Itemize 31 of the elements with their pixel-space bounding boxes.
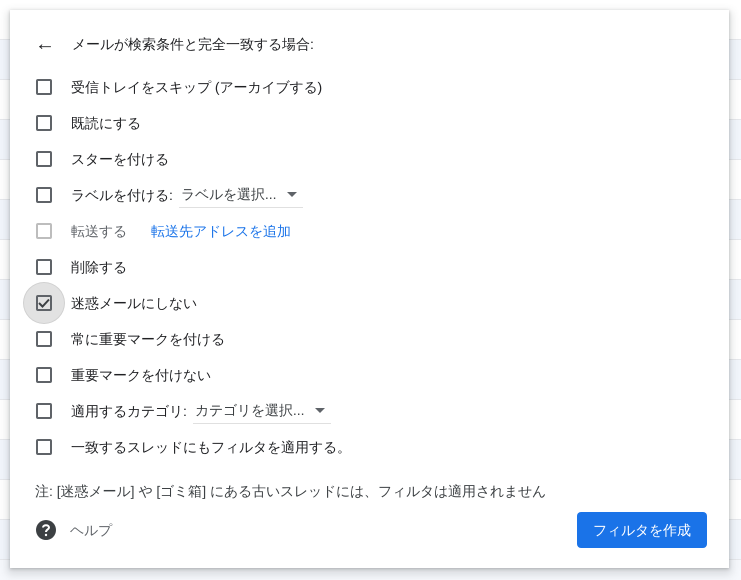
option-label: 削除する: [71, 258, 127, 276]
checkbox[interactable]: [36, 151, 52, 167]
note-text: 注: [迷惑メール] や [ゴミ箱] にある古いスレッドには、フィルタは適用されません: [35, 482, 548, 501]
checkbox[interactable]: [36, 79, 52, 95]
caret-icon: [286, 192, 297, 197]
dropdown[interactable]: カテゴリを選択...: [192, 398, 331, 424]
option-label: ラベルを付ける:: [71, 186, 173, 204]
option-label: 適用するカテゴリ:: [71, 402, 187, 420]
checkbox[interactable]: [36, 331, 52, 347]
option-label: 受信トレイをスキップ (アーカイブする): [71, 78, 322, 97]
option-label: スターを付ける: [71, 150, 169, 168]
caret-icon: [314, 408, 325, 413]
checkbox[interactable]: [36, 367, 52, 383]
help-link[interactable]: ヘルプ: [70, 520, 112, 540]
checkbox[interactable]: [36, 187, 52, 203]
option-label: 一致するスレッドにもフィルタを適用する。: [71, 438, 351, 456]
option-label: 迷惑メールにしない: [71, 294, 197, 312]
help-icon[interactable]: [36, 520, 56, 540]
back-arrow-icon[interactable]: ←: [35, 34, 55, 54]
dialog-title: メールが検索条件と完全一致する場合:: [72, 34, 314, 54]
checkbox[interactable]: [36, 295, 52, 311]
checkbox[interactable]: [36, 439, 52, 455]
option-label: 既読にする: [71, 114, 141, 132]
checkbox[interactable]: [36, 259, 52, 275]
checkbox[interactable]: [36, 403, 52, 419]
option-label: 転送する: [71, 222, 127, 240]
option-label: 常に重要マークを付ける: [71, 330, 225, 348]
dropdown[interactable]: ラベルを選択...: [178, 182, 303, 208]
create-filter-button[interactable]: フィルタを作成: [577, 512, 707, 548]
checkbox[interactable]: [36, 115, 52, 131]
option-label: 重要マークを付けない: [71, 366, 211, 384]
